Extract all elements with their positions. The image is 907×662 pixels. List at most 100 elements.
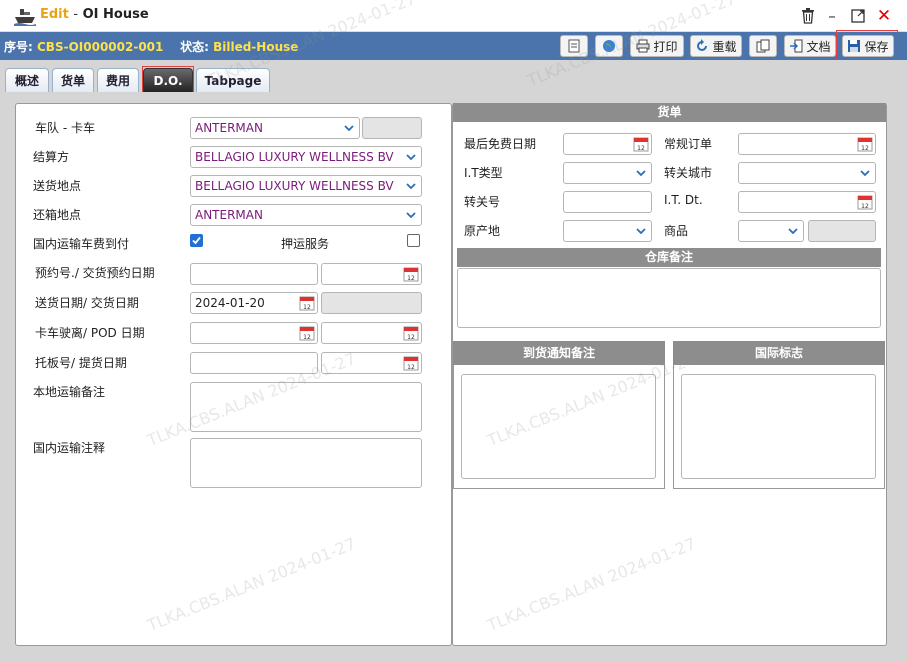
goods-label: 商品 [664, 224, 689, 238]
tab-tabpage[interactable]: Tabpage [196, 68, 270, 92]
transfer-city-label: 转关城市 [664, 166, 713, 180]
save-highlight-frame [836, 30, 898, 64]
delivery-place-value: BELLAGIO LUXURY WELLNESS BV [195, 179, 394, 193]
calendar-icon: 12 [857, 195, 873, 210]
last-free-date-input[interactable]: 12 [563, 133, 652, 155]
close-icon: ✕ [876, 6, 892, 26]
tab-strip: 概述 货单 费用 D.O. Tabpage [0, 60, 907, 92]
escort-service-checkbox[interactable] [407, 234, 420, 247]
ship-icon [14, 9, 36, 26]
chevron-down-icon [403, 149, 419, 165]
it-dt-label: I.T. Dt. [664, 193, 703, 207]
trash-icon [802, 8, 814, 24]
serial-label: 序号: [4, 40, 33, 54]
refresh-icon [697, 39, 708, 51]
window-name: OI House [82, 7, 149, 22]
settlement-select[interactable]: BELLAGIO LUXURY WELLNESS BV [190, 146, 422, 168]
handover-date-input[interactable] [321, 292, 422, 314]
intl-mark-section-header: 国际标志 [673, 341, 885, 365]
return-place-label: 还箱地点 [33, 208, 82, 222]
tab-label: Tabpage [204, 73, 262, 88]
svg-text:12: 12 [407, 334, 415, 341]
title-separator: - [73, 7, 79, 22]
settlement-value: BELLAGIO LUXURY WELLNESS BV [195, 150, 394, 164]
local-note-textarea[interactable] [190, 382, 422, 432]
svg-text:12: 12 [637, 145, 645, 152]
svg-text:12: 12 [861, 203, 869, 210]
svg-text:12: 12 [407, 275, 415, 282]
minimize-button[interactable]: – [822, 6, 842, 26]
chevron-down-icon [341, 120, 357, 136]
it-dt-input[interactable]: 12 [738, 191, 876, 213]
warehouse-section-header: 仓库备注 [457, 248, 881, 267]
regular-order-input[interactable]: 12 [738, 133, 876, 155]
tab-bill[interactable]: 货单 [52, 68, 94, 92]
pickup-date-input[interactable]: 12 [321, 352, 422, 374]
svg-text:12: 12 [861, 145, 869, 152]
checkmark-icon [192, 236, 201, 245]
bill-section-header: 货单 [453, 103, 886, 122]
local-note-label: 本地运输备注 [33, 385, 106, 399]
chevron-down-icon [403, 178, 419, 194]
print-button[interactable]: 打印 [630, 35, 684, 57]
record-info: 序号: CBS-OI000002-001 状态: Billed-House [4, 38, 298, 55]
delivery-place-select[interactable]: BELLAGIO LUXURY WELLNESS BV [190, 175, 422, 197]
calendar-icon: 12 [403, 356, 419, 371]
chevron-down-icon [633, 223, 649, 239]
tab-overview[interactable]: 概述 [5, 68, 49, 92]
origin-select[interactable] [563, 220, 652, 242]
domestic-note-textarea[interactable] [190, 438, 422, 488]
intl-mark-textarea[interactable] [681, 374, 876, 479]
status-value: Billed-House [213, 40, 299, 54]
arrival-notice-textarea[interactable] [461, 374, 656, 479]
transfer-no-input[interactable] [563, 191, 652, 213]
goods-name-field[interactable] [808, 220, 876, 242]
delivery-date-label: 送货日期/ 交货日期 [35, 296, 139, 310]
window-mode: Edit [40, 7, 69, 22]
calendar-icon: 12 [857, 137, 873, 152]
truck-field[interactable] [362, 117, 422, 139]
chevron-down-icon [633, 165, 649, 181]
last-free-date-label: 最后免费日期 [464, 137, 537, 151]
domestic-fee-checkbox[interactable] [190, 234, 203, 247]
arrival-notice-section-header: 到货通知备注 [453, 341, 665, 365]
docs-button[interactable]: 文档 [784, 35, 836, 57]
chevron-down-icon [785, 223, 801, 239]
chevron-down-icon [857, 165, 873, 181]
booking-number-input[interactable] [190, 263, 318, 285]
minimize-icon: – [828, 7, 836, 25]
return-place-select[interactable]: ANTERMAN [190, 204, 422, 226]
fleet-truck-label: 车队 - 卡车 [35, 121, 95, 135]
maximize-icon [851, 9, 865, 23]
reload-button[interactable]: 重载 [690, 35, 742, 57]
import-icon [790, 39, 803, 53]
calendar-icon: 12 [403, 267, 419, 282]
tab-label: 货单 [60, 74, 85, 88]
tab-label: 费用 [105, 74, 130, 88]
pod-date-input[interactable]: 12 [321, 322, 422, 344]
document-icon [568, 39, 580, 53]
serial-value: CBS-OI000002-001 [37, 40, 164, 54]
fleet-select[interactable]: ANTERMAN [190, 117, 360, 139]
printer-icon [636, 39, 650, 53]
return-place-value: ANTERMAN [195, 208, 263, 222]
truck-departure-input[interactable]: 12 [190, 322, 318, 344]
title-bar: Edit - OI House – ✕ [0, 0, 907, 32]
pallet-number-input[interactable] [190, 352, 318, 374]
window-title: Edit - OI House [40, 7, 149, 22]
it-type-select[interactable] [563, 162, 652, 184]
copy-button[interactable] [749, 35, 777, 57]
web-button[interactable] [595, 35, 623, 57]
domestic-fee-label: 国内运输车费到付 [33, 237, 130, 251]
delivery-date-input[interactable]: 2024-01-20 12 [190, 292, 318, 314]
warehouse-note-textarea[interactable] [457, 268, 881, 328]
goods-select[interactable] [738, 220, 804, 242]
maximize-button[interactable] [848, 6, 868, 26]
booking-date-input[interactable]: 12 [321, 263, 422, 285]
close-button[interactable]: ✕ [874, 6, 894, 26]
tab-fees[interactable]: 费用 [97, 68, 139, 92]
report-button[interactable] [560, 35, 588, 57]
delete-button[interactable] [798, 6, 818, 26]
transfer-city-select[interactable] [738, 162, 876, 184]
fleet-value: ANTERMAN [195, 121, 263, 135]
